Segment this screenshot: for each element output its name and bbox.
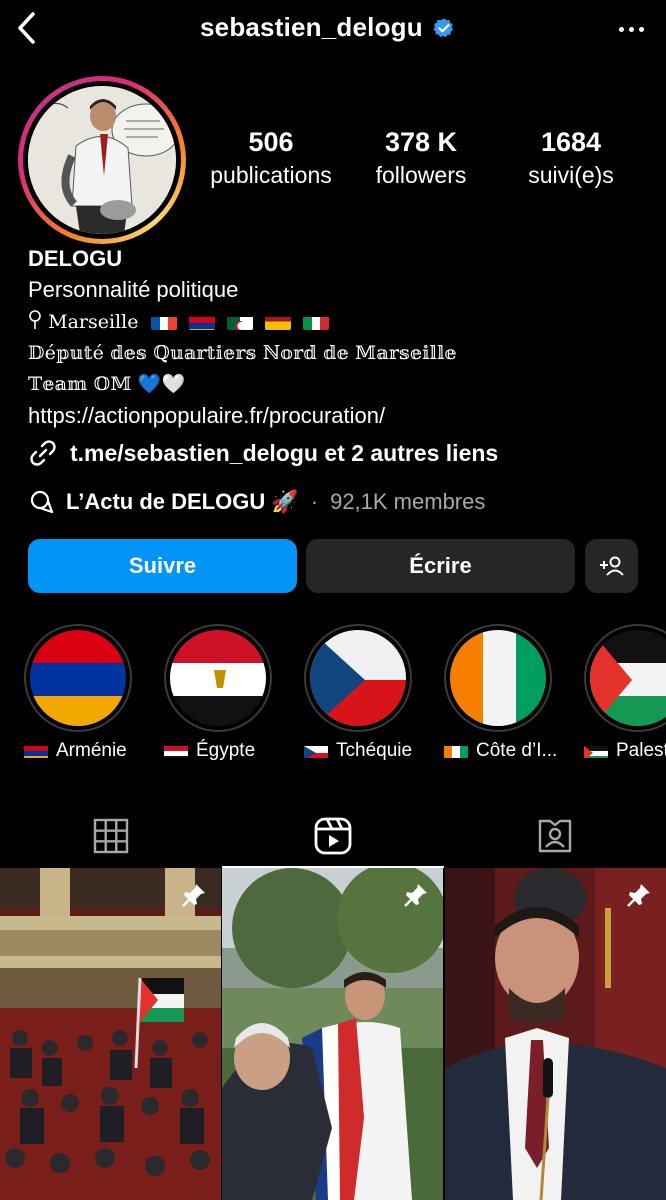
channel-separator: ·: [310, 489, 319, 514]
highlight-armenia[interactable]: Arménie: [24, 624, 134, 761]
tagged-icon: [538, 819, 572, 853]
stat-label: followers: [375, 162, 467, 188]
algeria-flag-icon: [226, 312, 253, 330]
link-icon: [30, 440, 56, 466]
add-user-icon: [599, 556, 624, 576]
reels-icon: [314, 817, 352, 855]
verified-badge-icon: [433, 17, 453, 37]
external-links[interactable]: t.me/sebastien_delogu et 2 autres liens: [28, 438, 498, 468]
profile-category: Personnalité politique: [28, 277, 239, 302]
location-text: Marseille: [48, 311, 139, 333]
avatar-image: [28, 86, 176, 234]
profile-stats: 506 publications 378 K followers 1684 su…: [196, 126, 656, 190]
highlight-palestine[interactable]: Palest: [584, 624, 666, 761]
stat-label: suivi(e)s: [528, 162, 614, 188]
italy-flag-icon: [303, 312, 330, 330]
avatar[interactable]: [18, 76, 186, 244]
tab-reels[interactable]: [222, 806, 444, 868]
pin-icon: [404, 884, 427, 907]
highlight-ivory-coast[interactable]: Côte d’I...: [444, 624, 557, 761]
bio-line-1: 𝔻é𝕡𝕦𝕥é 𝕕𝕖𝕤 ℚ𝕦𝕒𝕣𝕥𝕚𝕖𝕣𝕤 ℕ𝕠𝕣𝕕 𝕕𝕖 𝕄𝕒𝕣𝕤𝕖𝕚𝕝𝕝𝕖: [28, 342, 457, 364]
more-horizontal-icon[interactable]: [619, 14, 644, 44]
pin-icon: [182, 884, 205, 907]
armenia-flag-icon: [188, 312, 215, 330]
broadcast-channel-icon: [30, 490, 54, 514]
highlight-egypt[interactable]: Égypte: [164, 624, 274, 761]
profile-username-header: sebastien_delogu: [200, 12, 455, 43]
highlight-label: Arménie: [24, 740, 127, 762]
stat-value: 1684: [540, 127, 602, 157]
channel-members: 92,1K membres: [330, 489, 486, 514]
reels-grid: [0, 868, 666, 1200]
username: sebastien_delogu: [200, 12, 423, 42]
highlight-label: Tchéquie: [304, 740, 412, 762]
message-button[interactable]: Écrire: [306, 539, 575, 593]
stat-followers[interactable]: 378 K followers: [346, 126, 496, 190]
highlight-label: Côte d’I...: [444, 740, 557, 762]
tab-posts[interactable]: [0, 806, 222, 866]
broadcast-channel[interactable]: L’Actu de DELOGU 🚀 · 92,1K membres: [28, 488, 485, 516]
location-pin-icon: [29, 310, 41, 329]
highlight-label: Palest: [584, 740, 666, 762]
profile-bio: DELOGU Personnalité politique Marseille …: [28, 244, 648, 431]
grid-icon: [93, 818, 129, 854]
display-name: DELOGU: [28, 246, 123, 271]
follow-button[interactable]: Suivre: [28, 539, 297, 593]
profile-tabs: [0, 806, 666, 868]
top-bar: sebastien_delogu: [0, 0, 666, 60]
stat-publications[interactable]: 506 publications: [196, 126, 346, 190]
speaker-at-microphone-photo[interactable]: [445, 868, 666, 1200]
france-flag-icon: [150, 312, 177, 330]
assembly-photo[interactable]: [0, 868, 221, 1200]
stat-label: publications: [210, 162, 332, 188]
highlight-czechia[interactable]: Tchéquie: [304, 624, 414, 761]
sash-ceremony-photo[interactable]: [222, 868, 443, 1200]
stat-following[interactable]: 1684 suivi(e)s: [496, 126, 646, 190]
spain-flag-icon: [264, 312, 291, 330]
channel-name: L’Actu de DELOGU 🚀: [66, 489, 299, 514]
pin-icon: [627, 884, 650, 907]
stat-value: 378 K: [384, 127, 458, 157]
location-line: Marseille: [28, 305, 648, 338]
stat-value: 506: [248, 127, 294, 157]
bio-line-2: 𝕋𝕖𝕒𝕞 𝕆𝕄 💙🤍: [28, 373, 186, 395]
chevron-left-icon[interactable]: [12, 8, 42, 48]
website-link[interactable]: https://actionpopulaire.fr/procuration/: [28, 400, 648, 431]
tab-tagged[interactable]: [444, 806, 666, 866]
add-user-button[interactable]: [585, 539, 638, 593]
links-text: t.me/sebastien_delogu et 2 autres liens: [70, 439, 499, 466]
highlight-label: Égypte: [164, 740, 255, 762]
